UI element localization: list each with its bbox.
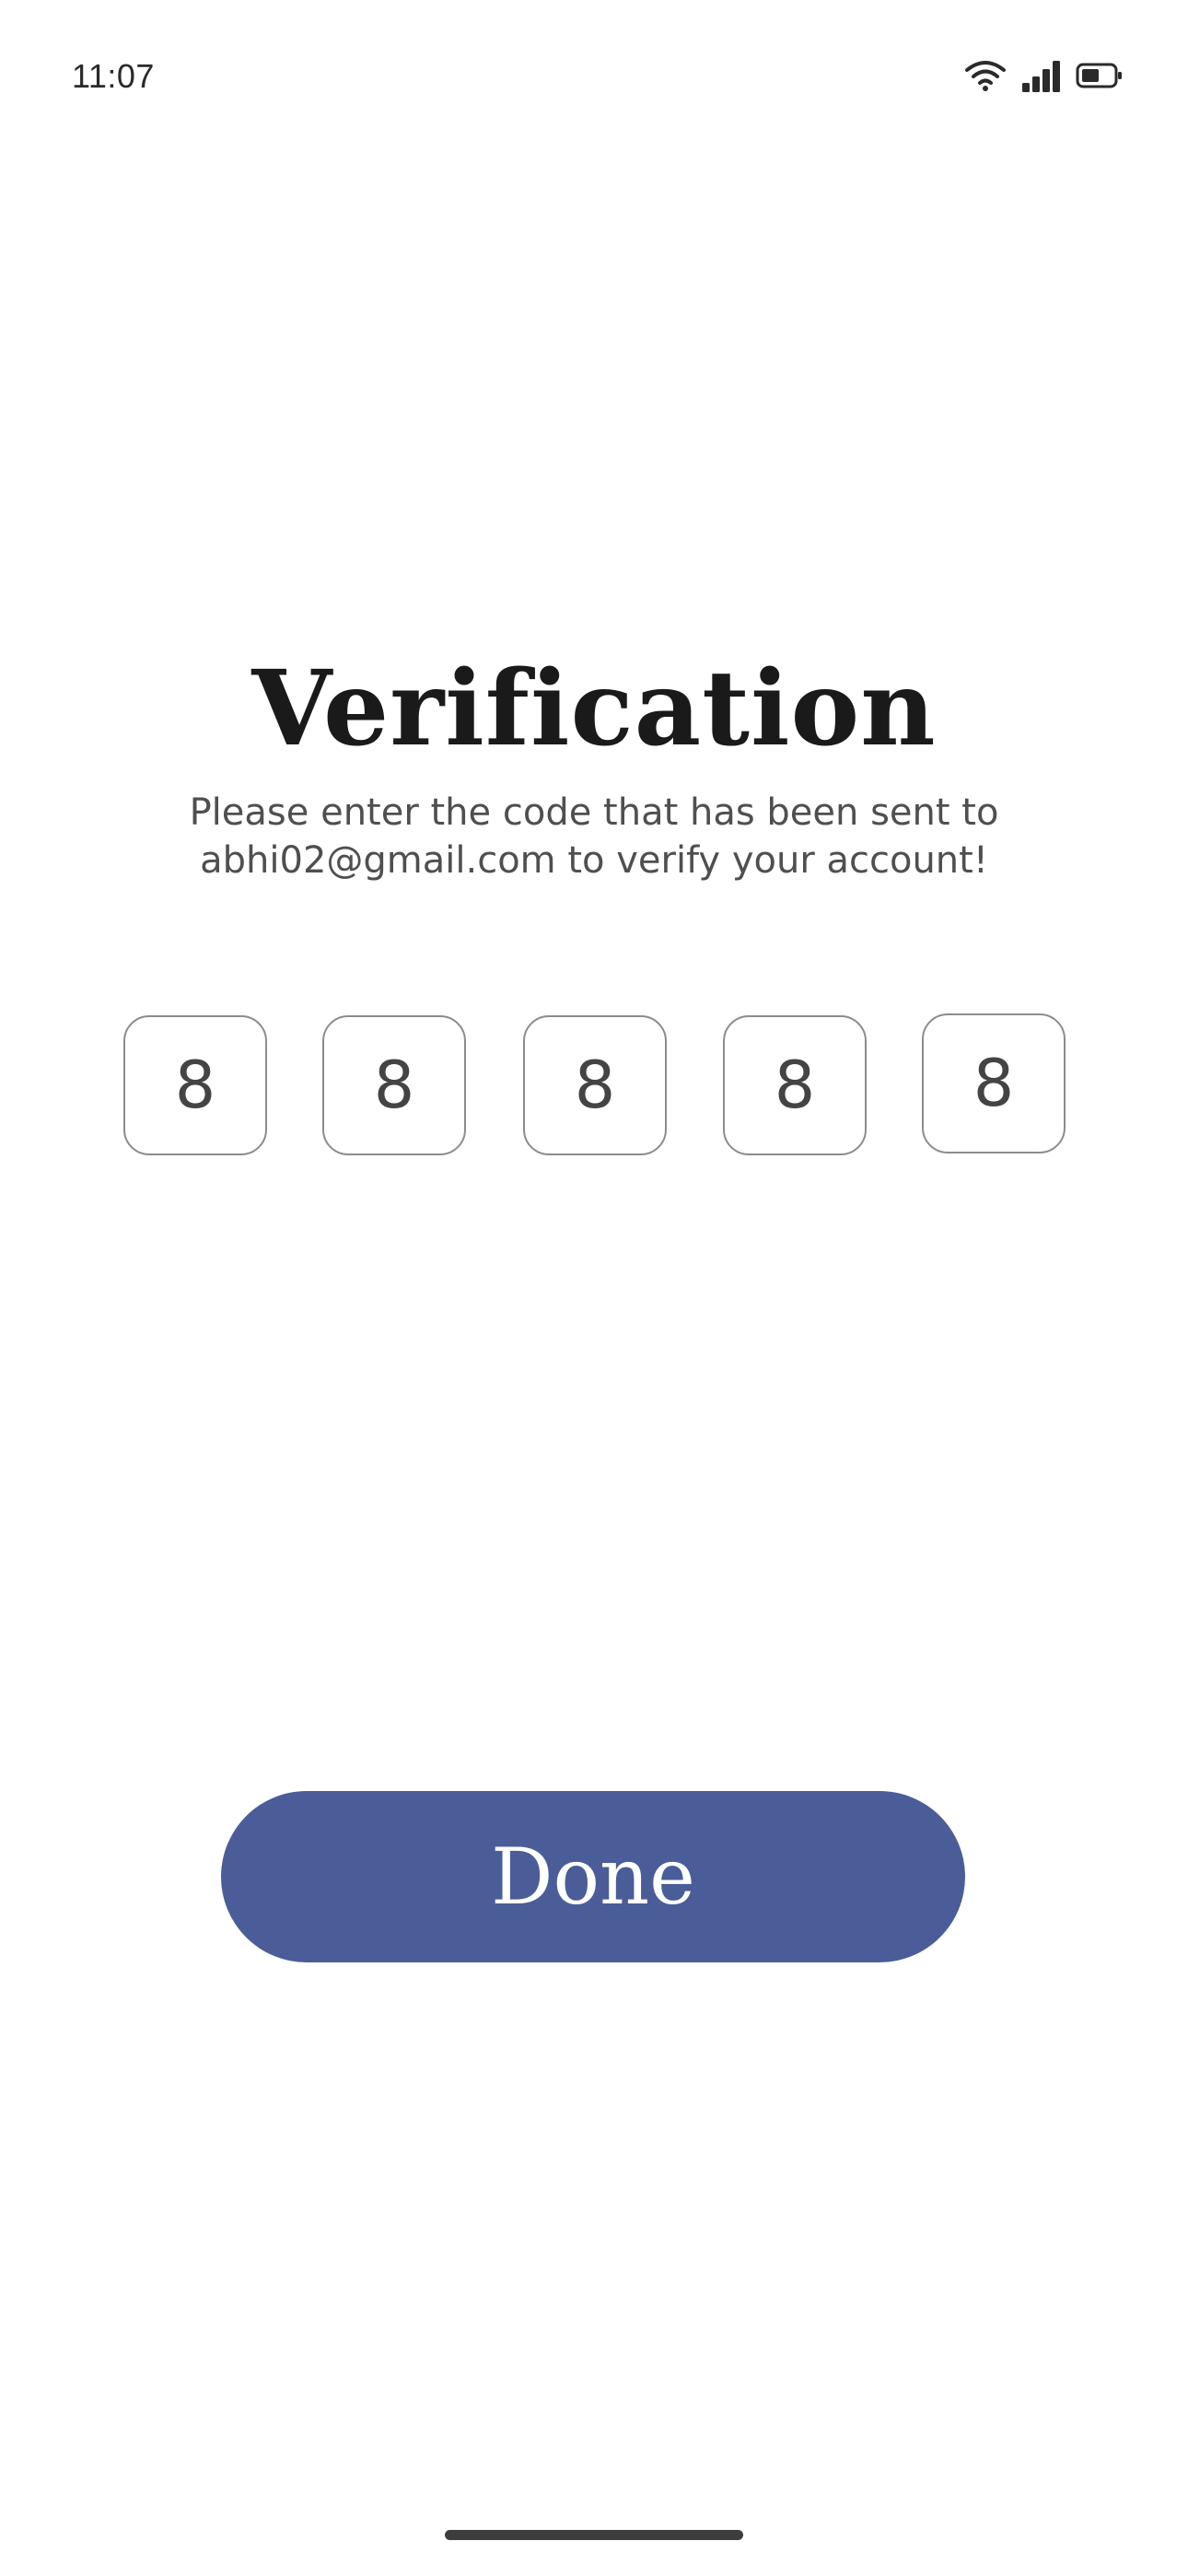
done-button[interactable]: Done (221, 1791, 965, 1962)
home-indicator[interactable] (445, 2530, 743, 2540)
code-digit-input-1[interactable]: 8 (123, 1015, 267, 1155)
signal-icon (1020, 59, 1063, 92)
code-digit-input-4[interactable]: 8 (723, 1015, 867, 1155)
battery-icon (1076, 62, 1124, 89)
wifi-icon (963, 59, 1007, 92)
instruction-text: Please enter the code that has been sent… (129, 789, 1059, 884)
code-digit-input-3[interactable]: 8 (523, 1015, 667, 1155)
instruction-line-1: Please enter the code that has been sent… (189, 791, 999, 834)
code-digit-input-2[interactable]: 8 (322, 1015, 466, 1155)
status-time: 11:07 (72, 57, 155, 95)
status-icons (963, 59, 1124, 92)
status-bar: 11:07 (0, 0, 1188, 157)
code-input-row: 8 8 8 8 8 (0, 1013, 1188, 1161)
instruction-line-2: abhi02@gmail.com to verify your account! (200, 839, 988, 882)
page-title: Verification (251, 649, 937, 769)
code-digit-input-5[interactable]: 8 (922, 1013, 1066, 1153)
